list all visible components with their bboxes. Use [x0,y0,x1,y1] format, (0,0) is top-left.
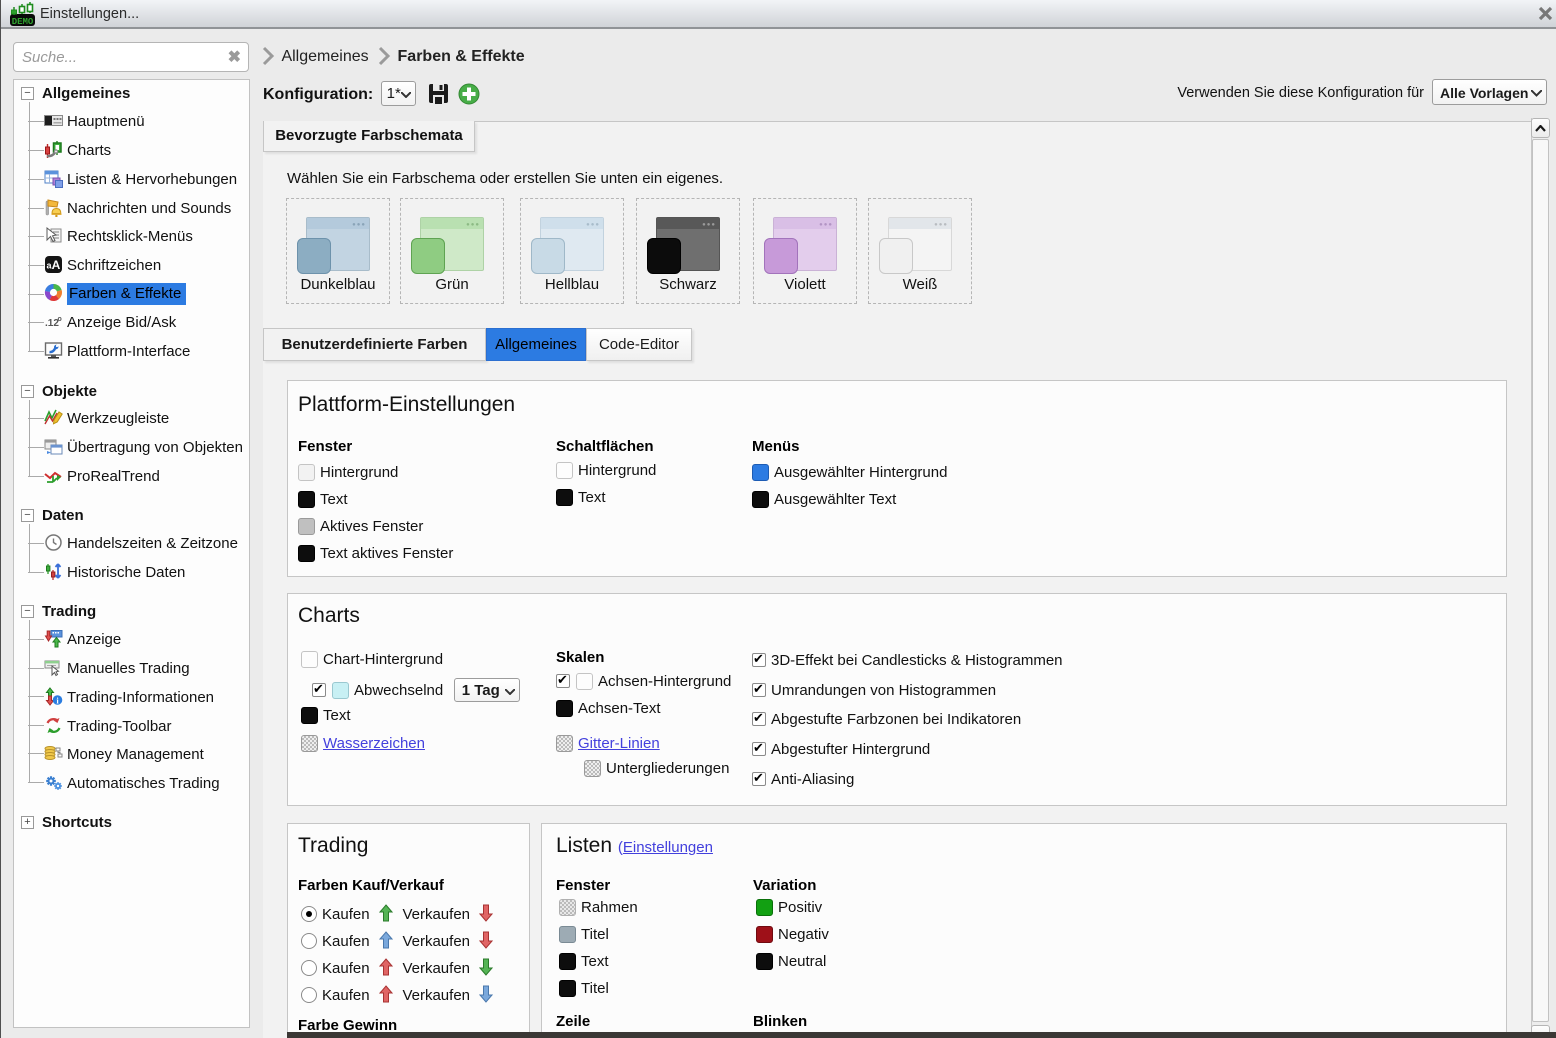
svg-text:o: o [58,316,62,323]
svg-text:DEMO: DEMO [12,17,34,27]
svg-text:A: A [52,258,61,272]
